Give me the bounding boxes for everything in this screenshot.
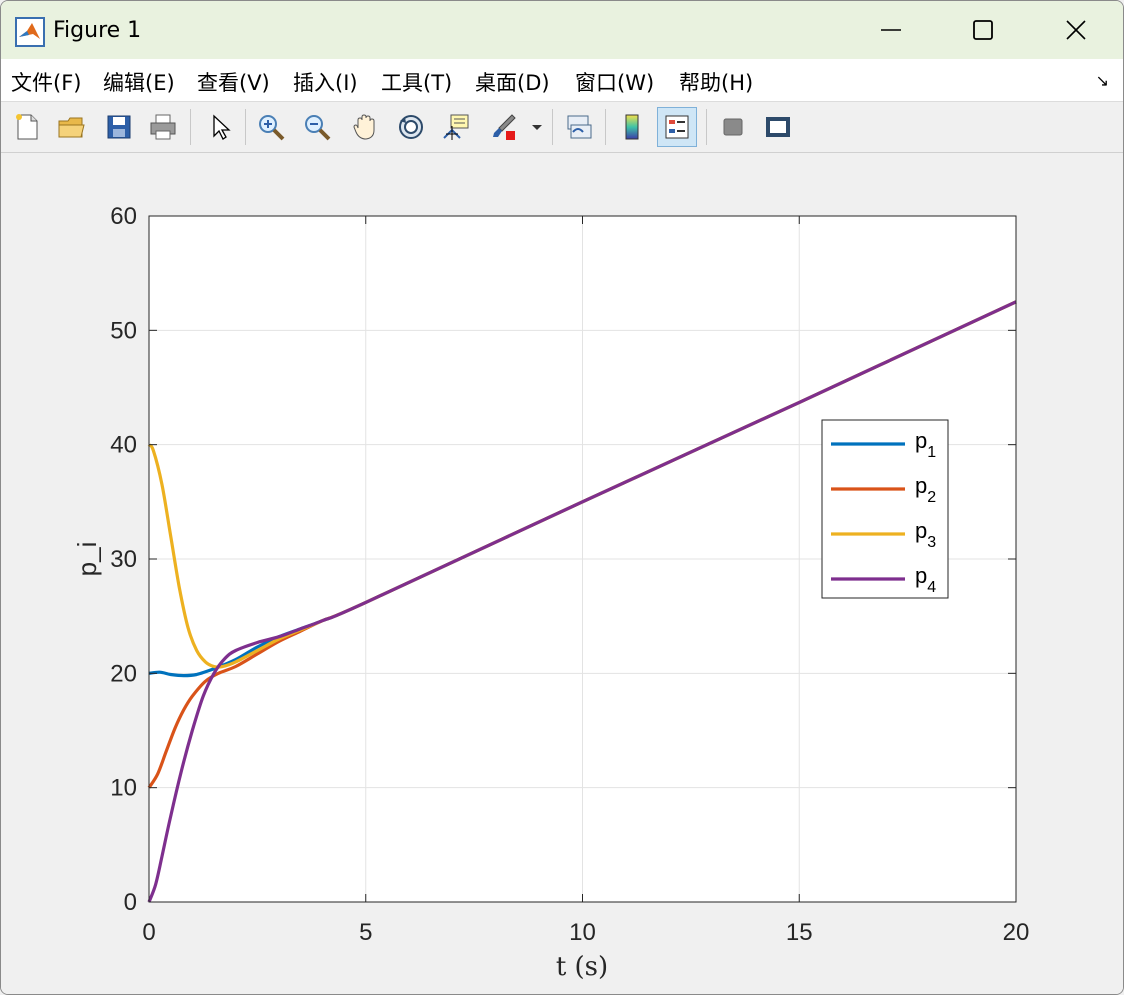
edit-plot-pointer-icon[interactable] [199, 107, 239, 147]
y-tick-label: 60 [110, 203, 137, 230]
title-bar: Figure 1 [1, 1, 1123, 59]
y-tick-label: 0 [124, 889, 137, 916]
legend-label-subscript: 4 [927, 579, 936, 596]
save-icon[interactable] [99, 107, 139, 147]
x-axis-label: t (s) [556, 952, 608, 982]
legend-label-base: p [915, 563, 927, 588]
y-tick-label: 10 [110, 775, 137, 802]
print-icon[interactable] [143, 107, 183, 147]
toolbar-separator [605, 109, 606, 145]
y-tick-label: 50 [110, 317, 137, 344]
matlab-logo-icon [15, 17, 45, 47]
y-tick-label: 40 [110, 432, 137, 459]
figure-canvas: 0 5 10 15 20 0 10 20 30 40 50 60 t (s) p_i p1 p2 p3 p4 [1, 153, 1123, 994]
minimize-icon [881, 29, 901, 31]
hide-plot-tools-icon[interactable] [713, 107, 753, 147]
close-icon [1066, 20, 1086, 40]
y-tick-label: 20 [110, 660, 137, 687]
close-button[interactable] [1031, 1, 1121, 59]
x-tick-label: 20 [1003, 919, 1030, 946]
maximize-button[interactable] [938, 1, 1028, 59]
menu-insert[interactable]: 插入(I) [293, 67, 358, 97]
brush-icon[interactable] [483, 107, 523, 147]
x-tick-label: 0 [142, 919, 155, 946]
colorbar-icon[interactable] [612, 107, 652, 147]
x-tick-label: 15 [786, 919, 813, 946]
y-tick-label: 30 [110, 546, 137, 573]
legend-label-subscript: 1 [927, 444, 936, 461]
zoom-out-icon[interactable] [297, 107, 337, 147]
window-title: Figure 1 [53, 18, 142, 43]
legend-label-base: p [915, 518, 927, 543]
zoom-in-icon[interactable] [251, 107, 291, 147]
menu-desktop[interactable]: 桌面(D) [475, 67, 550, 97]
open-file-icon[interactable] [51, 107, 91, 147]
new-figure-icon[interactable] [7, 107, 47, 147]
link-plot-icon[interactable] [559, 107, 599, 147]
legend-label-base: p [915, 428, 927, 453]
toolbar-separator [552, 109, 553, 145]
x-tick-label: 10 [569, 919, 596, 946]
menu-edit[interactable]: 编辑(E) [103, 67, 175, 97]
menu-file[interactable]: 文件(F) [11, 67, 81, 97]
legend-label-subscript: 3 [927, 534, 936, 551]
maximize-icon [973, 20, 993, 40]
x-tick-label: 5 [359, 919, 372, 946]
toolbar-separator [190, 109, 191, 145]
y-axis-label: p_i [72, 542, 102, 577]
toolbar-separator [706, 109, 707, 145]
brush-dropdown-icon[interactable] [525, 107, 549, 147]
pan-hand-icon[interactable] [345, 107, 385, 147]
legend[interactable]: p1p2p3p4 [821, 419, 949, 599]
legend-label-base: p [915, 473, 927, 498]
menu-view[interactable]: 查看(V) [197, 67, 270, 97]
menu-window[interactable]: 窗口(W) [575, 67, 654, 97]
line-chart: 0 5 10 15 200102030405060 t (s) p_i p1p2p3p4 [72, 203, 1030, 982]
menu-bar: 文件(F) 编辑(E) 查看(V) 插入(I) 工具(T) 桌面(D) 窗口(W… [1, 59, 1123, 102]
figure-toolbar [1, 102, 1123, 153]
show-plot-tools-icon[interactable] [758, 107, 798, 147]
legend-icon[interactable] [657, 107, 697, 147]
minimize-button[interactable] [846, 1, 936, 59]
legend-label-subscript: 2 [927, 489, 936, 506]
rotate-3d-icon[interactable] [391, 107, 431, 147]
dock-arrow-icon[interactable]: ↘ [1096, 71, 1109, 91]
toolbar-separator [245, 109, 246, 145]
menu-help[interactable]: 帮助(H) [679, 67, 753, 97]
data-cursor-icon[interactable] [437, 107, 477, 147]
figure-window: Figure 1 文件(F) 编辑(E) 查看(V) 插入(I) 工具(T) 桌… [0, 0, 1124, 995]
menu-tools[interactable]: 工具(T) [381, 67, 452, 97]
